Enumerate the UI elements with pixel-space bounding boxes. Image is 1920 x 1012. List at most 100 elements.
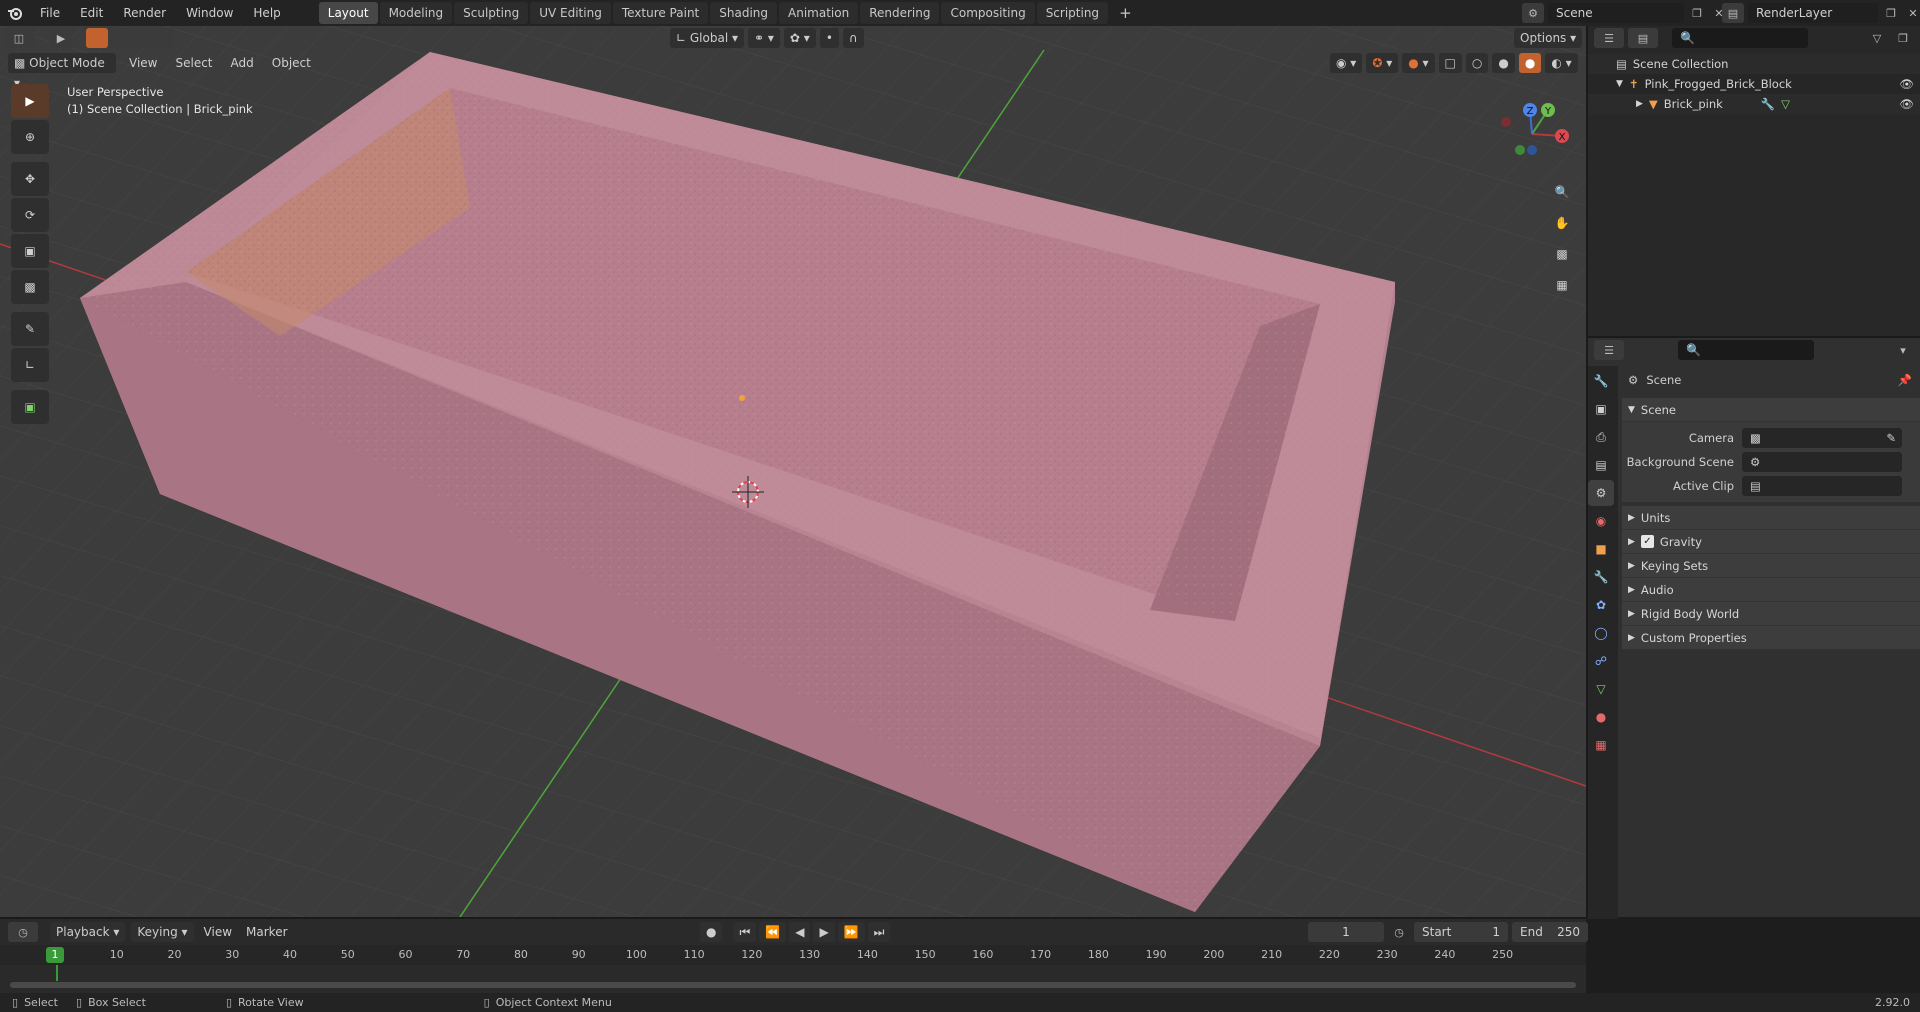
current-frame-field[interactable]: 1 [1308,922,1384,942]
tool-add-cube[interactable]: ▣ [11,390,49,424]
shading-material-button[interactable]: ● [1518,53,1542,73]
tab-material[interactable]: ● [1588,704,1614,730]
outliner-editor-icon[interactable]: ☰ [1594,28,1624,48]
clock-icon[interactable]: ◷ [1388,922,1410,942]
keying-dropdown[interactable]: Keying ▾ [131,922,194,942]
tab-layout[interactable]: Layout [318,2,378,24]
rigid-body-world-panel[interactable]: ▶ Rigid Body World [1622,602,1920,626]
units-panel[interactable]: ▶ Units [1622,506,1920,530]
proportional-editing-button[interactable]: • [819,28,839,48]
outliner-row-brick-pink[interactable]: ▶ ▼ Brick_pink 🔧 ▽ 👁 [1588,94,1920,114]
menu-select[interactable]: Select [170,53,217,73]
menu-view[interactable]: View [124,53,162,73]
copy-scene-icon[interactable]: ❐ [1686,3,1708,23]
tab-compositing[interactable]: Compositing [941,2,1035,24]
tab-scripting[interactable]: Scripting [1036,2,1109,24]
tool-annotate[interactable]: ✎ [11,312,49,346]
jump-end-button[interactable]: ⏭ [867,922,891,942]
display-mode-icon[interactable]: ▤ [1628,28,1658,48]
tool-transform[interactable]: ▩ [11,270,49,304]
keying-sets-panel[interactable]: ▶ Keying Sets [1622,554,1920,578]
jump-keyframe-back-button[interactable]: ⏪ [759,922,787,942]
navigation-gizmo[interactable]: X Y Z [1490,92,1574,176]
tab-modifiers[interactable]: 🔧 [1588,564,1614,590]
tool-move[interactable]: ✥ [11,162,49,196]
select-mode-icon[interactable]: ▶ [50,28,72,48]
scene-name-field[interactable]: Scene [1548,3,1684,23]
menu-file[interactable]: File [30,0,70,26]
tab-physics[interactable]: ◯ [1588,620,1614,646]
select-subtract-icon[interactable] [130,28,152,48]
tab-scene[interactable]: ⚙ [1588,480,1614,506]
select-extend-icon[interactable] [108,28,130,48]
start-frame-field[interactable]: Start 1 [1414,922,1508,942]
tab-data[interactable]: ▽ [1588,676,1614,702]
tab-shading[interactable]: Shading [710,2,777,24]
transform-orientation-dropdown[interactable]: ∟ Global ▾ [670,28,744,48]
mesh-data-icon[interactable]: ▽ [1781,94,1790,114]
blender-logo-icon[interactable] [0,0,30,26]
tab-constraints[interactable]: ☍ [1588,648,1614,674]
delete-layer-icon[interactable]: ✕ [1902,3,1920,23]
timeline-ruler[interactable]: 1 10 20 30 40 50 60 70 80 90 100 110 120 130 140 150 16… [0,945,1586,965]
ortho-grid-icon[interactable]: ▦ [1548,271,1576,299]
shading-solid-button[interactable]: ● [1492,53,1515,73]
tab-texture[interactable]: ▦ [1588,732,1614,758]
new-collection-icon[interactable]: ❐ [1892,28,1914,48]
gravity-panel[interactable]: ▶ ✓ Gravity [1622,530,1920,554]
playhead-marker[interactable]: 1 [46,947,64,963]
tab-uv-editing[interactable]: UV Editing [530,2,611,24]
shading-wireframe-button[interactable]: ○ [1465,53,1489,73]
timeline-menu-view[interactable]: View [200,922,236,942]
falloff-button[interactable]: ∩ [842,28,864,48]
options-dropdown[interactable]: Options ▾ [1514,28,1583,48]
render-layer-field[interactable]: RenderLayer [1748,3,1878,23]
visibility-eye-icon[interactable]: 👁 [1899,74,1914,94]
pan-hand-icon[interactable]: ✋ [1548,209,1576,237]
visibility-button[interactable]: ◉ ▾ [1330,53,1363,73]
add-workspace-button[interactable]: + [1110,2,1141,24]
outliner-search-input[interactable]: 🔍 [1672,28,1808,48]
3d-viewport[interactable]: ◫ ▶ ∟ Global ▾ ⚭ ▾ ✿ ▾ • ∩ Options ▾ ▩ O… [0,26,1586,917]
timeline-editor-icon[interactable]: ◷ [8,922,38,942]
mode-dropdown[interactable]: ▩ Object Mode ▾ [8,53,116,90]
eyedropper-icon[interactable]: ✎ [1886,428,1896,448]
jump-start-button[interactable]: ⏮ [733,922,757,942]
tab-world[interactable]: ◉ [1588,508,1614,534]
properties-editor-icon[interactable]: ☰ [1594,340,1624,360]
tab-rendering[interactable]: Rendering [860,2,940,24]
tab-view-layer[interactable]: ▤ [1588,452,1614,478]
visibility-eye-icon[interactable]: 👁 [1899,94,1914,114]
tab-output[interactable]: ⎙ [1588,424,1614,450]
shading-rendered-button[interactable]: ◐ ▾ [1545,53,1578,73]
menu-edit[interactable]: Edit [70,0,113,26]
collapse-arrow-icon[interactable]: ▶ [1636,94,1643,114]
copy-layer-icon[interactable]: ❐ [1880,3,1902,23]
xray-button[interactable]: □ [1438,53,1462,73]
jump-keyframe-forward-button[interactable]: ⏩ [837,922,865,942]
tool-select-box[interactable]: ▶ [11,84,49,118]
active-clip-field[interactable]: ▤ [1742,476,1902,496]
outliner-row-scene-collection[interactable]: ▤ Scene Collection [1588,54,1920,74]
tab-particles[interactable]: ✿ [1588,592,1614,618]
outliner-row-pink-block[interactable]: ▼ ✝ Pink_Frogged_Brick_Block 👁 [1588,74,1920,94]
overlay-button[interactable]: ● ▾ [1402,53,1435,73]
menu-render[interactable]: Render [113,0,176,26]
tab-animation[interactable]: Animation [779,2,859,24]
tool-cursor[interactable]: ⊕ [11,120,49,154]
menu-help[interactable]: Help [243,0,290,26]
tool-scale[interactable]: ▣ [11,234,49,268]
background-scene-field[interactable]: ⚙ [1742,452,1902,472]
camera-view-icon[interactable]: ▩ [1548,240,1576,268]
record-button[interactable]: ● [700,922,723,942]
tab-object[interactable]: ■ [1588,536,1614,562]
pin-icon[interactable]: 📌 [1898,373,1912,387]
gravity-checkbox[interactable]: ✓ [1640,535,1654,548]
modifier-wrench-icon[interactable]: 🔧 [1761,94,1775,114]
tab-modeling[interactable]: Modeling [379,2,453,24]
play-reverse-button[interactable]: ◀ [789,922,811,942]
tool-measure[interactable]: ∟ [11,348,49,382]
render-layer-icon[interactable]: ▤ [1722,3,1744,23]
end-frame-field[interactable]: End 250 [1512,922,1588,942]
timeline-track[interactable] [0,965,1586,991]
